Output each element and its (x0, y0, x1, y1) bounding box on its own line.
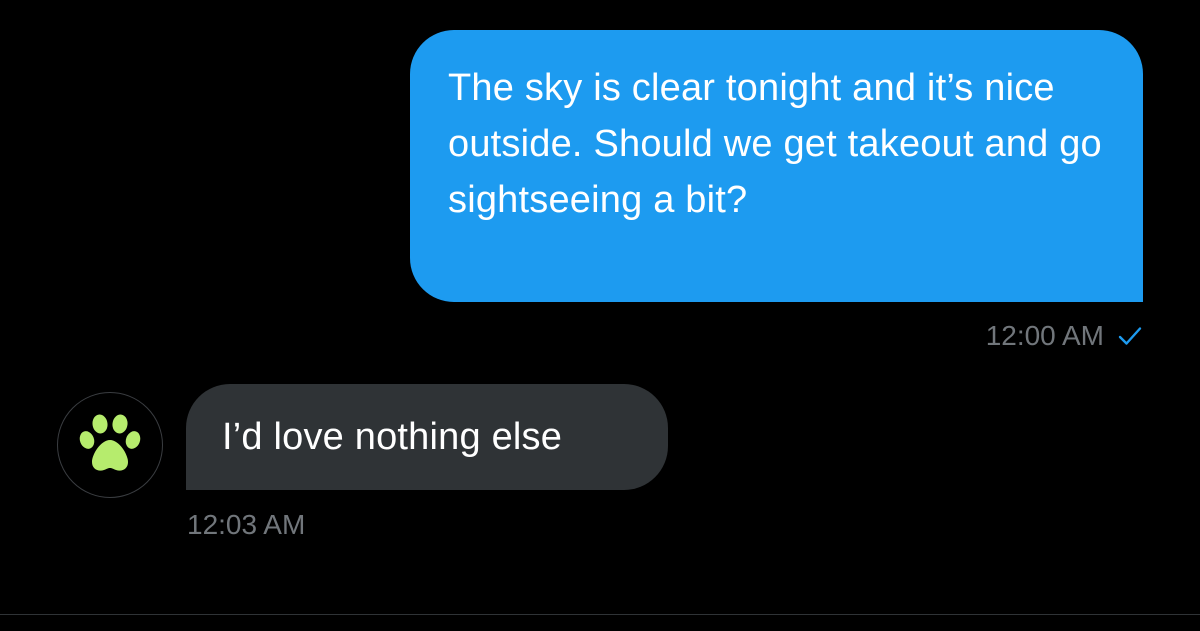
outgoing-message-bubble[interactable]: The sky is clear tonight and it’s nice o… (410, 30, 1143, 302)
conversation-thread: The sky is clear tonight and it’s nice o… (0, 0, 1200, 631)
avatar[interactable] (57, 392, 163, 498)
divider (0, 614, 1200, 615)
incoming-message-timestamp: 12:03 AM (187, 509, 306, 540)
paw-icon (79, 414, 141, 471)
outgoing-message-text: The sky is clear tonight and it’s nice o… (448, 67, 1102, 221)
incoming-message-text: I’d love nothing else (222, 416, 563, 458)
outgoing-message-meta: 12:00 AM (986, 316, 1142, 356)
outgoing-message-timestamp: 12:00 AM (985, 320, 1104, 351)
check-icon (1118, 326, 1142, 346)
incoming-message-bubble[interactable]: I’d love nothing else (186, 384, 668, 490)
